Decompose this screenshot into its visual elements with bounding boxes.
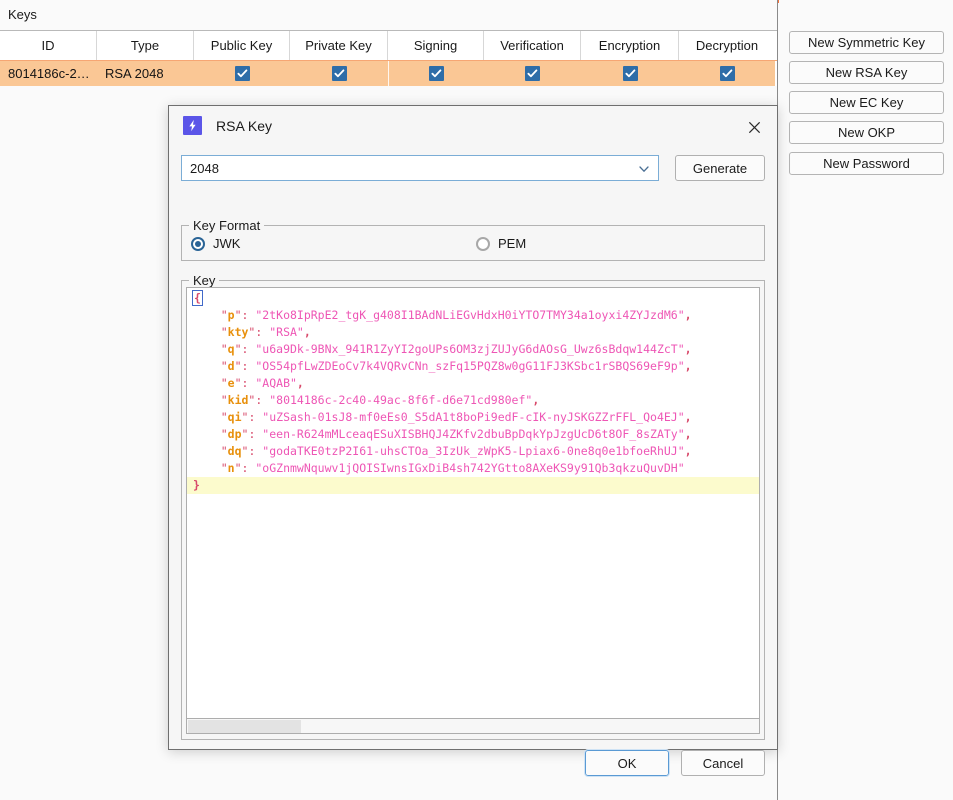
cell-type: RSA 2048 — [105, 66, 164, 81]
new-rsa-key-button[interactable]: New RSA Key — [789, 61, 944, 84]
keys-table: ID Type Public Key Private Key Signing V… — [0, 30, 777, 86]
radio-pem[interactable]: PEM — [476, 236, 526, 251]
column-header-signing[interactable]: Signing — [388, 31, 484, 60]
cell-verification[interactable] — [484, 61, 581, 86]
key-group: Key { "p": "2tKo8IpRpE2_tgK_g408I1BAdNLi… — [181, 273, 765, 740]
page-title: Keys — [8, 7, 37, 22]
checkbox-checked-icon[interactable] — [428, 66, 444, 81]
new-okp-button[interactable]: New OKP — [789, 121, 944, 144]
new-ec-key-button[interactable]: New EC Key — [789, 91, 944, 114]
key-size-select[interactable]: 2048 — [181, 155, 659, 181]
row-divider — [775, 61, 777, 86]
radio-unselected-icon — [476, 236, 490, 251]
key-json-line: "qi": "uZSash-01sJ8-mf0eEs0_S5dA1t8boPi9… — [220, 410, 692, 424]
key-json-line: "d": "OS54pfLwZDEoCv7k4VQRvCNn_szFq15PQZ… — [220, 359, 692, 373]
key-size-value: 2048 — [190, 160, 219, 176]
key-json-line: "p": "2tKo8IpRpE2_tgK_g408I1BAdNLiEGvHdx… — [220, 308, 692, 322]
key-json-content: { "p": "2tKo8IpRpE2_tgK_g408I1BAdNLiEGvH… — [187, 288, 759, 494]
generate-button[interactable]: Generate — [675, 155, 765, 181]
cell-private-key[interactable] — [290, 61, 388, 86]
radio-jwk[interactable]: JWK — [191, 236, 240, 251]
cell-public-key[interactable] — [194, 61, 290, 86]
key-group-legend: Key — [189, 273, 220, 288]
key-json-line: { — [192, 290, 203, 306]
column-header-encryption[interactable]: Encryption — [581, 31, 679, 60]
column-header-decryption[interactable]: Decryption — [679, 31, 775, 60]
key-actions-panel: New Symmetric Key New RSA Key New EC Key… — [779, 0, 953, 800]
chevron-down-icon[interactable] — [638, 163, 650, 175]
horizontal-scrollbar-thumb[interactable] — [188, 720, 301, 733]
new-password-button[interactable]: New Password — [789, 152, 944, 175]
cell-decryption[interactable] — [679, 61, 775, 86]
column-header-verification[interactable]: Verification — [484, 31, 581, 60]
dialog-title-bar: RSA Key — [169, 106, 777, 145]
cancel-button[interactable]: Cancel — [681, 750, 765, 776]
horizontal-scrollbar[interactable] — [186, 719, 760, 734]
app-root: Keys ID Type Public Key Private Key Sign… — [0, 0, 953, 800]
column-header-private-key[interactable]: Private Key — [290, 31, 388, 60]
key-json-line: "dp": "een-R624mMLceaqESuXISBHQJ4ZKfv2db… — [220, 427, 692, 441]
checkbox-checked-icon[interactable] — [525, 66, 540, 81]
key-json-line: "n": "oGZnmwNquwv1jQOISIwnsIGxDiB4sh742Y… — [220, 461, 685, 475]
column-header-public-key[interactable]: Public Key — [194, 31, 290, 60]
dialog-title: RSA Key — [216, 117, 273, 134]
radio-jwk-label: JWK — [213, 236, 241, 251]
key-json-line: "kty": "RSA", — [220, 325, 311, 339]
key-format-group: Key Format JWK PEM — [181, 218, 765, 261]
key-json-line: "kid": "8014186c-2c40-49ac-8f6f-d6e71cd9… — [220, 393, 540, 407]
lightning-bolt-icon — [183, 116, 202, 135]
key-json-line: "e": "AQAB", — [220, 376, 304, 390]
ok-button[interactable]: OK — [584, 749, 670, 777]
checkbox-checked-icon[interactable] — [622, 66, 638, 81]
key-json-line: } — [187, 477, 759, 494]
checkbox-checked-icon[interactable] — [234, 66, 250, 81]
checkbox-checked-icon[interactable] — [331, 66, 347, 81]
radio-selected-icon — [191, 236, 205, 251]
checkbox-checked-icon[interactable] — [719, 66, 735, 81]
new-symmetric-key-button[interactable]: New Symmetric Key — [789, 31, 944, 54]
cell-signing[interactable] — [388, 61, 484, 86]
cell-encryption[interactable] — [581, 61, 679, 86]
key-json-editor[interactable]: { "p": "2tKo8IpRpE2_tgK_g408I1BAdNLiEGvH… — [186, 287, 760, 719]
radio-pem-label: PEM — [498, 236, 527, 251]
column-header-id[interactable]: ID — [0, 31, 97, 60]
key-format-legend: Key Format — [189, 218, 265, 233]
close-icon[interactable] — [743, 116, 765, 138]
key-json-line: "dq": "godaTKE0tzP2I61-uhsCTOa_3IzUk_zWp… — [220, 444, 692, 458]
keys-table-header: ID Type Public Key Private Key Signing V… — [0, 30, 777, 61]
column-header-type[interactable]: Type — [97, 31, 194, 60]
key-json-line: "q": "u6a9Dk-9BNx_941R1ZyYI2goUPs6OM3zjZ… — [220, 342, 692, 356]
row-divider — [388, 61, 389, 86]
rsa-key-dialog: RSA Key 2048 Generate Key Format JWK PEM… — [168, 105, 778, 777]
cell-id: 8014186c-2… — [8, 66, 90, 81]
